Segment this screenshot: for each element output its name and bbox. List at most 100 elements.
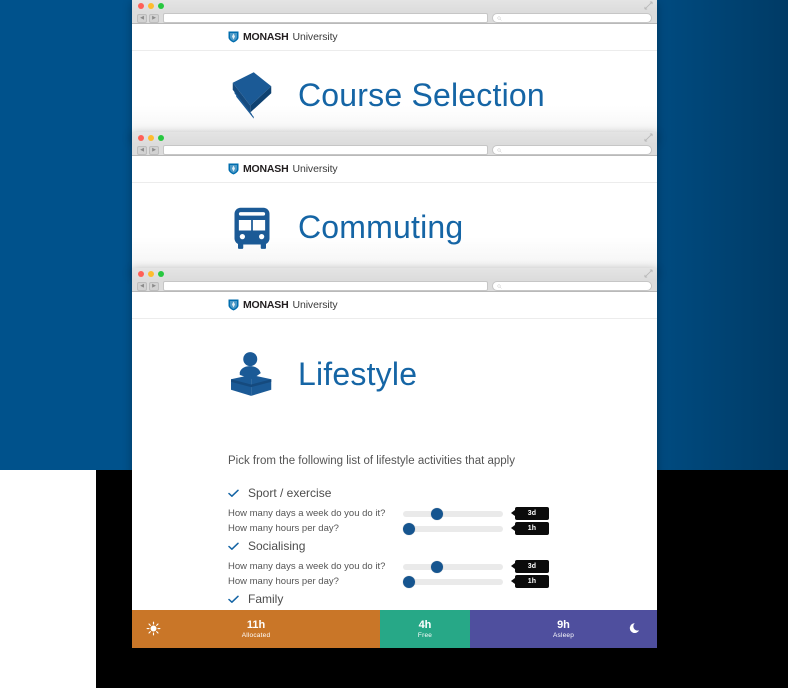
summary-value: 4h [418,618,432,631]
checkbox-socialising[interactable] [228,541,239,552]
badge-arrow-icon [511,563,515,569]
window-titlebar[interactable] [132,0,657,12]
window-titlebar[interactable] [132,132,657,144]
question-label-hours: How many hours per day? [228,575,339,587]
monash-name: MONASH [243,31,289,43]
slider-hours-socialising[interactable] [403,575,503,588]
slider-value-badge: 3d [515,559,549,573]
search-icon [497,147,502,153]
search-input[interactable] [492,13,652,23]
activity-header[interactable]: Sport / exercise [228,485,657,501]
activity-header[interactable]: Family [228,591,657,607]
close-button[interactable] [138,135,144,141]
slider-thumb[interactable] [431,507,443,520]
monash-brand-bar: MONASH University [132,24,657,51]
minimize-button[interactable] [148,135,154,141]
slider-value-badge: 3d [515,506,549,520]
monash-name: MONASH [243,163,289,175]
back-button[interactable]: ◀ [137,13,147,23]
question-row-hours: How many hours per day? 1h [228,521,657,535]
slider-value-badge-wrap: 3d [511,506,549,520]
nav-buttons: ◀ ▶ [137,281,159,291]
summary-caption: Free [417,631,433,639]
zoom-button[interactable] [158,135,164,141]
zoom-button[interactable] [158,3,164,9]
summary-caption: Allocated [241,631,271,639]
traffic-lights [138,271,164,277]
question-label-hours: How many hours per day? [228,522,339,534]
question-row-days: How many days a week do you do it? 3d [228,559,657,573]
slider-value-badge-wrap: 1h [511,521,549,535]
slider-value-badge-wrap: 3d [511,559,549,573]
back-button[interactable]: ◀ [137,145,147,155]
monash-logo[interactable]: MONASH University [228,31,338,43]
search-input[interactable] [492,281,652,291]
activity-label: Socialising [248,539,306,553]
summary-segment-free[interactable]: 4h Free [380,610,470,648]
hero-commuting: Commuting [132,183,657,271]
browser-window-lifestyle[interactable]: ◀ ▶ MONASH University Lifestyle Pick fro… [132,268,657,648]
hero-title: Lifestyle [298,355,418,392]
browser-window-stack: ◀ ▶ MONASH University Course Selection ◀… [132,0,657,648]
slider-track [403,525,503,532]
url-input[interactable] [163,145,488,155]
activity-label: Sport / exercise [248,486,332,500]
search-input[interactable] [492,145,652,155]
slider-thumb[interactable] [403,522,415,535]
slider-thumb[interactable] [431,560,443,573]
forward-button[interactable]: ▶ [149,13,159,23]
slider-days-sport[interactable] [403,507,503,520]
resize-grip-icon[interactable] [644,133,653,142]
summary-segment-asleep[interactable]: 9h Asleep [470,610,657,648]
url-input[interactable] [163,13,488,23]
monash-logo[interactable]: MONASH University [228,163,338,175]
badge-arrow-icon [511,578,515,584]
search-icon [497,283,502,289]
slider-track [403,563,503,570]
forward-button[interactable]: ▶ [149,281,159,291]
close-button[interactable] [138,271,144,277]
back-button[interactable]: ◀ [137,281,147,291]
badge-arrow-icon [511,510,515,516]
slider-days-socialising[interactable] [403,560,503,573]
activity-header[interactable]: Socialising [228,538,657,554]
forward-button[interactable]: ▶ [149,145,159,155]
close-button[interactable] [138,3,144,9]
resize-grip-icon[interactable] [644,1,653,10]
checkbox-sport-exercise[interactable] [228,488,239,499]
slider-value-badge-wrap: 1h [511,574,549,588]
browser-toolbar: ◀ ▶ [132,12,657,24]
check-icon [228,542,239,550]
browser-toolbar: ◀ ▶ [132,144,657,156]
hero-lifestyle: Lifestyle [132,319,657,429]
window-titlebar[interactable] [132,268,657,280]
checkbox-family[interactable] [228,594,239,605]
question-label-days: How many days a week do you do it? [228,560,386,572]
monash-brand-bar: MONASH University [132,156,657,183]
slider-hours-sport[interactable] [403,522,503,535]
hero-title: Course Selection [298,76,545,113]
window-chrome: ◀ ▶ [132,0,657,24]
summary-segment-allocated[interactable]: 11h Allocated [132,610,380,648]
summary-value: 9h [557,618,570,631]
browser-window-course-selection[interactable]: ◀ ▶ MONASH University Course Selection [132,0,657,140]
monash-logo[interactable]: MONASH University [228,299,338,311]
resize-grip-icon[interactable] [644,269,653,278]
browser-toolbar: ◀ ▶ [132,280,657,292]
hero-title: Commuting [298,208,464,245]
monash-brand-bar: MONASH University [132,292,657,319]
reading-person-icon [231,352,272,396]
hero-course-selection: Course Selection [132,51,657,139]
browser-window-commuting[interactable]: ◀ ▶ MONASH University Commuting [132,132,657,274]
slider-value-badge: 1h [515,574,549,588]
window-chrome: ◀ ▶ [132,132,657,156]
zoom-button[interactable] [158,271,164,277]
question-row-days: How many days a week do you do it? 3d [228,506,657,520]
check-icon [228,489,239,497]
traffic-lights [138,135,164,141]
slider-thumb[interactable] [403,575,415,588]
minimize-button[interactable] [148,271,154,277]
minimize-button[interactable] [148,3,154,9]
nav-buttons: ◀ ▶ [137,145,159,155]
url-input[interactable] [163,281,488,291]
